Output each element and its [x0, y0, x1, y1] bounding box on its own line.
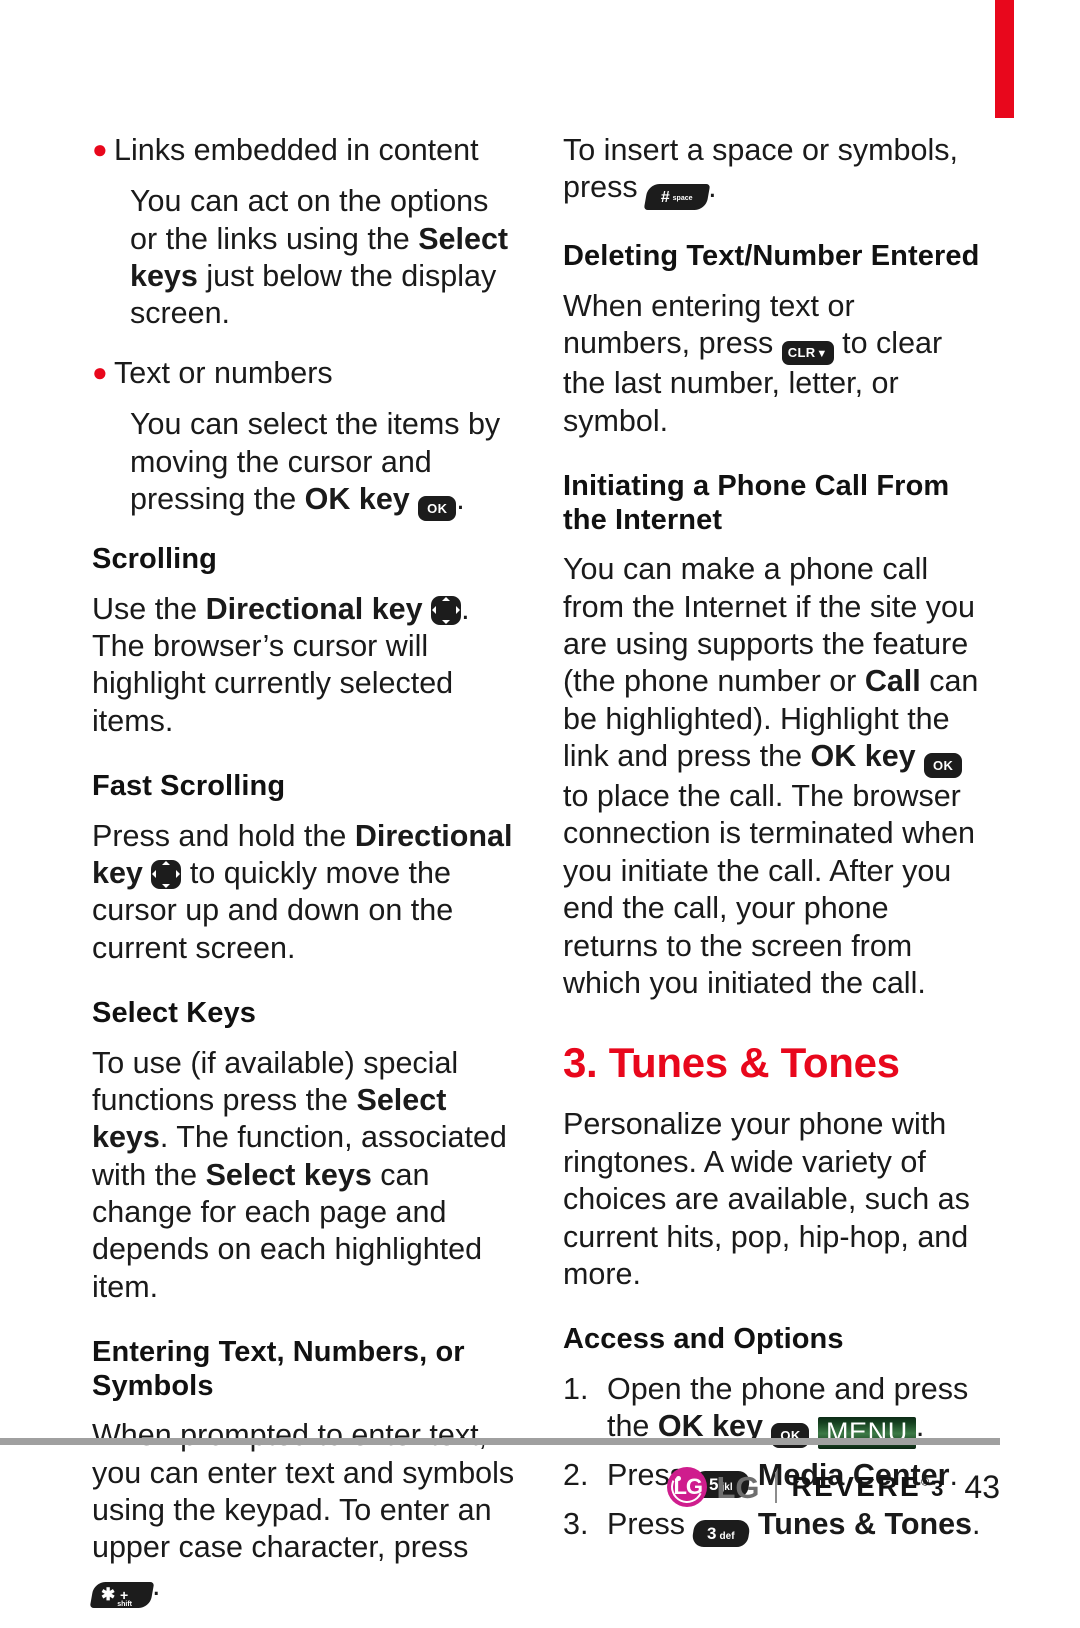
paragraph-fast-scrolling: Press and hold the Directional key to qu…	[92, 818, 517, 967]
step3-part2: .	[972, 1507, 981, 1542]
heading-scrolling: Scrolling	[92, 542, 217, 575]
paragraph-initiating-call: You can make a phone call from the Inter…	[563, 551, 988, 1002]
bullet-dot-icon: ●	[92, 356, 108, 387]
fast-part2: to quickly move the cursor up and down o…	[92, 855, 454, 965]
heading-entering-text: Entering Text, Numbers, or Symbols	[92, 1336, 465, 1402]
hash-space-key-icon: # space	[643, 184, 711, 211]
paragraph-text-numbers-body: You can select the items by moving the c…	[92, 406, 517, 521]
bullet-dot-icon: ●	[92, 134, 108, 164]
paragraph-scrolling: Use the Directional key . The browser’s …	[92, 591, 517, 740]
space-label: space	[672, 195, 693, 203]
page-edge-tab	[995, 0, 1014, 118]
left-column: ● Links embedded in content You can act …	[89, 132, 517, 1628]
step3-bold: Tunes & Tones	[757, 1507, 973, 1542]
shift-label: shift	[117, 1600, 132, 1608]
page-number: 43	[964, 1468, 1000, 1505]
heading-access-and-options: Access and Options	[563, 1323, 844, 1356]
initcall-part3: to place the call. The browser connectio…	[563, 779, 975, 1000]
registered-mark-icon: ®	[921, 1476, 930, 1489]
page-footer: LG LG REVERE®3 43	[0, 1462, 1000, 1512]
step-marker-1: 1.	[563, 1371, 589, 1406]
scrolling-bold: Directional key	[205, 591, 423, 626]
number-3-key-icon: 3 def	[691, 1520, 752, 1548]
paragraph-insert-space: To insert a space or symbols, press # spa…	[563, 132, 988, 211]
bullet-item-links: ● Links embedded in content	[92, 132, 517, 169]
fast-part1: Press and hold the	[92, 818, 355, 853]
bullet-item-text-numbers: ● Text or numbers	[92, 355, 517, 392]
textnum-body-period: .	[456, 481, 465, 516]
step-body-3: Press 3 def Tunes & Tones.	[607, 1506, 981, 1548]
paragraph-chapter-intro: Personalize your phone with ringtones. A…	[563, 1107, 970, 1291]
chapter-title-tunes-and-tones: 3. Tunes & Tones	[563, 1039, 900, 1087]
paragraph-links-body: You can act on the options or the links …	[92, 183, 517, 332]
product-wordmark: REVERE®3	[792, 1473, 944, 1501]
insert-part1: To insert a space or symbols, press	[563, 133, 958, 205]
initcall-bold2: OK key	[810, 739, 916, 774]
paragraph-select-keys: To use (if available) special functions …	[92, 1045, 517, 1307]
bullet-label-links: Links embedded in content	[114, 133, 479, 167]
ok-key-icon: OK	[418, 495, 457, 521]
scrolling-part1: Use the	[92, 591, 206, 626]
product-name: REVERE	[791, 1471, 922, 1502]
directional-key-icon	[431, 595, 462, 625]
bullet-label-text-numbers: Text or numbers	[114, 355, 333, 390]
star-glyph: ✱	[101, 1584, 116, 1604]
directional-key-icon	[151, 859, 182, 889]
lg-wordmark: LG	[716, 1469, 760, 1505]
heading-select-keys: Select Keys	[92, 997, 256, 1029]
footer-divider-rule	[0, 1438, 1000, 1445]
hash-glyph: #	[660, 189, 670, 207]
heading-deleting-text: Deleting Text/Number Entered	[563, 240, 980, 273]
clr-label: CLR	[787, 345, 816, 361]
lg-logo-icon: LG	[666, 1466, 708, 1508]
selkeys-bold2: Select keys	[205, 1157, 372, 1192]
paragraph-deleting-text: When entering text or numbers, press CLR…	[563, 288, 988, 440]
heading-fast-scrolling: Fast Scrolling	[92, 769, 286, 802]
textnum-body-space	[410, 482, 418, 516]
ok-key-icon: OK	[924, 753, 963, 779]
list-item-step-3: 3. Press 3 def Tunes & Tones.	[563, 1506, 988, 1548]
textnum-body-bold: OK key	[304, 481, 410, 516]
clr-key-icon: CLR▼	[781, 341, 834, 366]
star-shift-key-icon: ✱ +shift	[89, 1581, 155, 1608]
lg-logo-letters: LG	[673, 1474, 703, 1499]
initcall-bold1: Call	[864, 664, 921, 699]
right-column: To insert a space or symbols, press # spa…	[563, 132, 988, 1555]
clr-arrow-icon: ▼	[816, 348, 828, 361]
key-3-digit: 3	[707, 1524, 718, 1544]
heading-initiating-call: Initiating a Phone Call From the Interne…	[563, 470, 950, 536]
product-version: 3	[931, 1476, 944, 1501]
key-3-letters: def	[719, 1531, 735, 1543]
paragraph-entering-text: When prompted to enter text, you can ent…	[89, 1417, 517, 1608]
footer-vertical-divider	[774, 1471, 777, 1503]
step3-part1: Press	[607, 1507, 694, 1542]
